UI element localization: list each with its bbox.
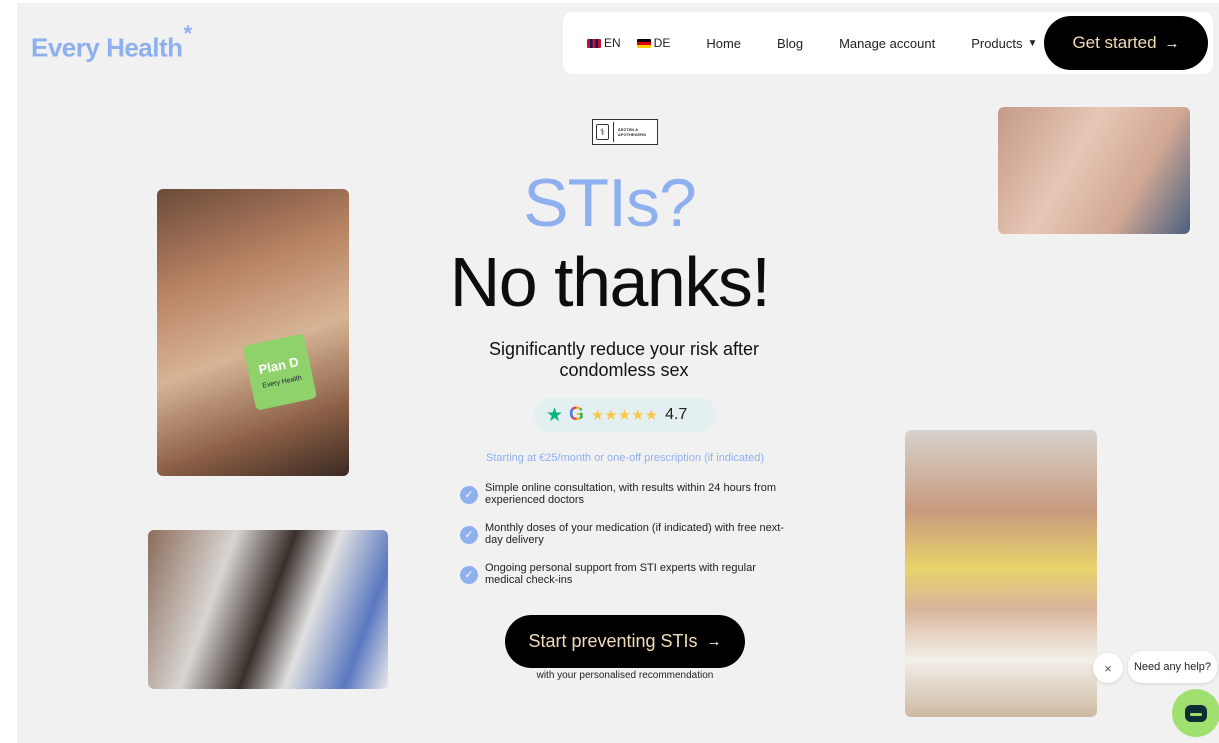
accreditation-badge: ⚕ ÄRZTEN & APOTHEKERN xyxy=(592,119,658,145)
group-photo xyxy=(148,530,388,689)
google-icon: G xyxy=(569,404,584,425)
cta-subtext: with your personalised recommendation xyxy=(536,670,714,681)
arrow-right-icon: → xyxy=(1164,34,1180,52)
rating-pill[interactable]: ★ G ★★★★★ 4.7 xyxy=(534,398,716,432)
trustpilot-star-icon: ★ xyxy=(546,404,564,426)
uk-flag-icon xyxy=(587,38,601,48)
chat-launcher-button[interactable] xyxy=(1172,689,1219,737)
check-icon: ✓ xyxy=(460,566,478,584)
nav-manage-account[interactable]: Manage account xyxy=(839,36,935,51)
hero-subhead: Significantly reduce your risk after con… xyxy=(488,339,760,380)
check-icon: ✓ xyxy=(460,526,478,544)
check-icon: ✓ xyxy=(460,486,478,504)
chevron-down-icon: ▼ xyxy=(1027,37,1038,49)
nav-products-dropdown[interactable]: Products ▼ xyxy=(971,36,1037,51)
rating-score: 4.7 xyxy=(665,406,688,423)
top-nav: EN DE Home Blog Manage account Products … xyxy=(563,12,1213,74)
nav-blog[interactable]: Blog xyxy=(777,36,803,51)
start-preventing-button[interactable]: Start preventing STIs → xyxy=(505,615,745,668)
plan-d-pack: Plan D Every Health xyxy=(242,333,318,411)
chat-close-button[interactable]: × xyxy=(1093,653,1123,683)
feature-list: ✓ Simple online consultation, with resul… xyxy=(460,482,790,602)
caduceus-icon: ⚕ xyxy=(596,124,610,140)
lang-en[interactable]: EN xyxy=(587,36,621,50)
every-health-logo[interactable]: Every Health* xyxy=(31,21,192,64)
price-note: Starting at €25/month or one-off prescri… xyxy=(485,452,764,464)
chat-prompt-bubble[interactable]: Need any help? xyxy=(1128,651,1217,683)
badge-text: ÄRZTEN & APOTHEKERN xyxy=(617,127,646,137)
lang-de[interactable]: DE xyxy=(636,36,670,50)
chat-icon xyxy=(1185,704,1207,722)
get-started-button[interactable]: Get started → xyxy=(1044,16,1208,70)
nav-home[interactable]: Home xyxy=(706,36,741,51)
headline-no-thanks: No thanks! xyxy=(449,243,771,321)
de-flag-icon xyxy=(636,38,651,48)
feature-item: ✓ Monthly doses of your medication (if i… xyxy=(460,522,790,562)
headline-stis: STIs? xyxy=(523,165,697,241)
rating-stars: ★★★★★ xyxy=(590,407,659,424)
feature-item: ✓ Simple online consultation, with resul… xyxy=(460,482,790,522)
arrow-right-icon: → xyxy=(706,633,722,650)
feature-item: ✓ Ongoing personal support from STI expe… xyxy=(460,562,790,602)
